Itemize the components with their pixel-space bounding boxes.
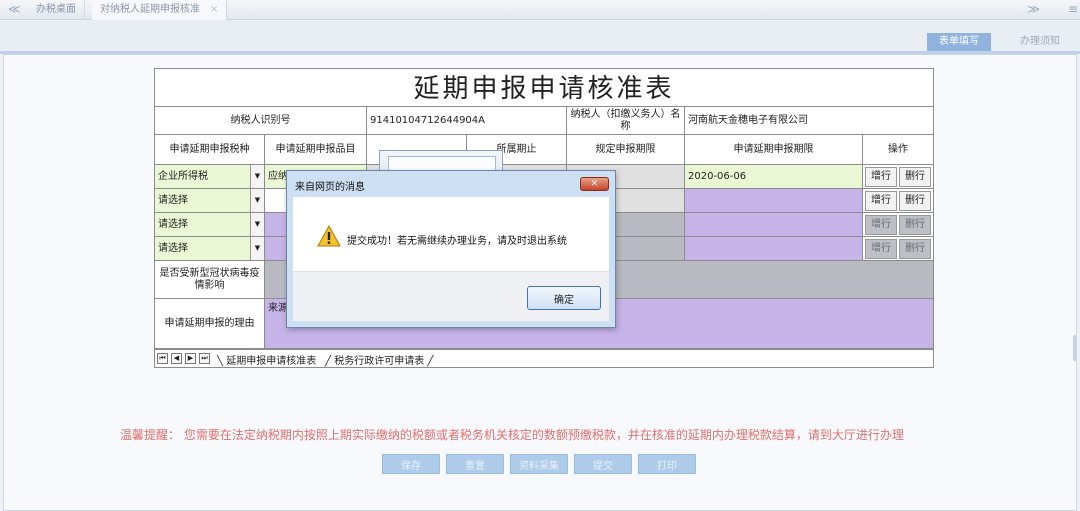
tab-notice[interactable]: 办理须知 <box>1000 33 1080 51</box>
tabs-menu-icon[interactable]: ≡ <box>1068 2 1078 16</box>
chevron-down-icon[interactable]: ▼ <box>250 165 264 188</box>
apply-deadline-input[interactable] <box>685 237 863 261</box>
top-tab-bar: ≪ 办税桌面 对纳税人延期申报核准 × ≫ ≡ <box>0 0 1080 20</box>
form-title: 延期申报申请核准表 <box>155 69 933 107</box>
sheet-tab-extension-label: 延期申报申请核准表 <box>226 356 317 367</box>
add-row-button[interactable]: 增行 <box>865 166 897 187</box>
delete-row-button[interactable]: 删行 <box>899 190 931 211</box>
covid-label: 是否受新型冠状病毒疫情影响 <box>155 261 265 299</box>
dialog-close-button[interactable]: ✕ <box>580 177 609 191</box>
reminder-text: 温馨提醒： 您需要在法定纳税期内按照上期实际缴纳的税额或者税务机关核定的数额预缴… <box>120 428 904 442</box>
tax-type-select[interactable]: 请选择 ▼ <box>155 237 265 261</box>
chevron-down-icon[interactable]: ▼ <box>250 189 264 212</box>
taxpayer-id-value: 91410104712644904A <box>367 107 567 135</box>
tax-type-select[interactable]: 请选择 ▼ <box>155 213 265 237</box>
tab-form[interactable]: 表单填写 <box>927 33 991 51</box>
reset-button[interactable]: 重置 <box>446 454 504 474</box>
tax-type-select-value: 请选择 <box>158 194 188 206</box>
delete-row-button[interactable]: 删行 <box>899 238 931 259</box>
delete-row-button[interactable]: 删行 <box>899 166 931 187</box>
tax-type-select[interactable]: 企业所得税 ▼ <box>155 165 265 189</box>
next-sheet-icon[interactable]: ▶ <box>185 353 196 364</box>
tab-extension-approval[interactable]: 对纳税人延期申报核准 × <box>92 0 228 20</box>
last-sheet-icon[interactable]: ⏭ <box>199 353 210 364</box>
prev-sheet-icon[interactable]: ◀ <box>171 353 182 364</box>
apply-deadline-input[interactable] <box>685 189 863 213</box>
save-button[interactable]: 保存 <box>382 454 440 474</box>
dialog-footer: 确定 <box>293 271 609 321</box>
tax-type-select-value: 请选择 <box>158 218 188 230</box>
tab-desktop-label: 办税桌面 <box>36 4 76 15</box>
sheet-tab-bar: ⏮ ◀ ▶ ⏭ ╲ 延期申报申请核准表 ╱ 税务行政许可申请表 ╱ <box>155 349 933 367</box>
apply-deadline-input[interactable] <box>685 213 863 237</box>
sheet-tab-license[interactable]: ╱ 税务行政许可申请表 ╱ <box>325 352 433 367</box>
dialog-message: 提交成功！若无需继续办理业务，请及时退出系统 <box>347 236 567 247</box>
taxpayer-name-value: 河南航天金穗电子有限公司 <box>685 107 933 135</box>
warning-icon <box>317 225 341 247</box>
header-item: 申请延期申报品目 <box>265 135 367 165</box>
header-operation: 操作 <box>863 135 933 165</box>
tab-desktop[interactable]: 办税桌面 <box>28 0 85 20</box>
chevron-down-icon[interactable]: ▼ <box>250 237 264 260</box>
submit-button[interactable]: 提交 <box>574 454 632 474</box>
print-button[interactable]: 打印 <box>638 454 696 474</box>
header-tax-type: 申请延期申报税种 <box>155 135 265 165</box>
sheet-tab-extension[interactable]: ╲ 延期申报申请核准表 <box>217 352 316 367</box>
taxpayer-name-label: 纳税人（扣缴义务人）名称 <box>567 107 685 135</box>
add-row-button[interactable]: 增行 <box>865 238 897 259</box>
chevron-down-icon[interactable]: ▼ <box>250 213 264 236</box>
close-icon: ✕ <box>590 179 599 189</box>
add-row-button[interactable]: 增行 <box>865 214 897 235</box>
tax-type-select-value: 请选择 <box>158 242 188 254</box>
sheet-tab-license-label: 税务行政许可申请表 <box>334 356 425 367</box>
delete-row-button[interactable]: 删行 <box>899 214 931 235</box>
reason-label: 申请延期申报的理由 <box>155 299 265 349</box>
ok-button[interactable]: 确定 <box>527 286 601 310</box>
tax-type-select[interactable]: 请选择 ▼ <box>155 189 265 213</box>
scrollbar[interactable] <box>1073 335 1077 361</box>
first-sheet-icon[interactable]: ⏮ <box>157 353 168 364</box>
add-row-button[interactable]: 增行 <box>865 190 897 211</box>
dialog-title: 来自网页的消息 <box>295 182 365 193</box>
close-icon[interactable]: × <box>210 4 218 15</box>
apply-deadline-input[interactable]: 2020-06-06 <box>685 165 863 189</box>
collect-data-button[interactable]: 资料采集 <box>510 454 568 474</box>
message-dialog: 来自网页的消息 ✕ 提交成功！若无需继续办理业务，请及时退出系统 确定 <box>286 170 616 328</box>
taxpayer-id-label: 纳税人识别号 <box>155 107 367 135</box>
view-tab-bar: 表单填写 办理须知 <box>0 20 1080 54</box>
tax-type-select-value: 企业所得税 <box>158 170 208 182</box>
tabs-scroll-left-icon[interactable]: ≪ <box>8 2 21 16</box>
item-select-value: 应纳 <box>268 170 288 182</box>
tabs-scroll-right-icon[interactable]: ≫ <box>1027 2 1040 16</box>
tab-extension-approval-label: 对纳税人延期申报核准 <box>100 4 200 15</box>
header-apply-deadline: 申请延期申报期限 <box>685 135 863 165</box>
header-deadline: 规定申报期限 <box>567 135 685 165</box>
